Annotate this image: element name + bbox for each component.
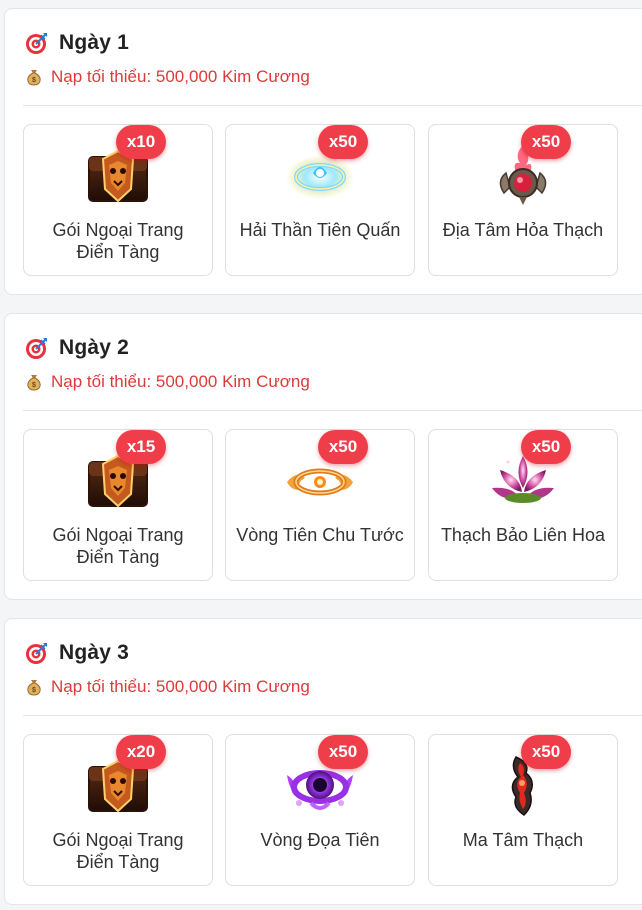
svg-text:$: $: [32, 77, 36, 84]
quantity-badge: x50: [318, 125, 368, 159]
money-bag-icon: $: [25, 678, 43, 696]
item-name: Địa Tâm Hỏa Thạch: [442, 220, 604, 240]
quantity-badge: x50: [521, 430, 571, 464]
quantity-badge: x50: [318, 735, 368, 769]
day-title: Ngày 3: [59, 641, 130, 664]
target-icon: [25, 336, 49, 360]
requirement-text: Nạp tối thiểu: 500,000 Kim Cương: [51, 677, 310, 696]
quantity-badge: x50: [318, 430, 368, 464]
reward-item[interactable]: x50 Vòng Tiên Chu Tước: [225, 429, 415, 581]
item-name: Gói Ngoại Trang Điển Tàng: [52, 220, 184, 262]
quantity-badge: x15: [116, 430, 166, 464]
requirement-row: $ Nạp tối thiểu: 500,000 Kim Cương: [25, 677, 310, 697]
reward-item[interactable]: x50 Vòng Đọa Tiên: [225, 734, 415, 886]
day-header: Ngày 3: [25, 639, 129, 667]
day-card-3: Ngày 3 $ Nạp tối thiểu: 500,000 Kim Cươn…: [4, 618, 642, 905]
requirement-text: Nạp tối thiểu: 500,000 Kim Cương: [51, 67, 310, 86]
item-name: Vòng Đọa Tiên: [260, 830, 380, 850]
reward-item[interactable]: x20 Gói Ngoại Trang Điển Tàng: [23, 734, 213, 886]
svg-text:$: $: [32, 382, 36, 389]
day-title: Ngày 1: [59, 31, 130, 54]
requirement-row: $ Nạp tối thiểu: 500,000 Kim Cương: [25, 67, 310, 87]
target-icon: [25, 31, 49, 55]
divider: [23, 105, 642, 106]
money-bag-icon: $: [25, 68, 43, 86]
reward-item[interactable]: x50 Ma Tâm Thạch: [428, 734, 618, 886]
reward-item[interactable]: x50 Địa Tâm Hỏa Thạch: [428, 124, 618, 276]
requirement-row: $ Nạp tối thiểu: 500,000 Kim Cương: [25, 372, 310, 392]
money-bag-icon: $: [25, 373, 43, 391]
reward-item[interactable]: x15 Gói Ngoại Trang Điển Tàng: [23, 429, 213, 581]
quantity-badge: x50: [521, 735, 571, 769]
reward-item[interactable]: x10 Gói Ngoại Trang Điển Tàng: [23, 124, 213, 276]
day-header: Ngày 1: [25, 29, 129, 57]
quantity-badge: x50: [521, 125, 571, 159]
divider: [23, 715, 642, 716]
day-card-2: Ngày 2 $ Nạp tối thiểu: 500,000 Kim Cươn…: [4, 313, 642, 600]
quantity-badge: x10: [116, 125, 166, 159]
day-header: Ngày 2: [25, 334, 129, 362]
day-card-1: Ngày 1 $ Nạp tối thiểu: 500,000 Kim Cươn…: [4, 8, 642, 295]
svg-text:$: $: [32, 687, 36, 694]
item-name: Thạch Bảo Liên Hoa: [440, 525, 606, 545]
reward-item[interactable]: x50 Thạch Bảo Liên Hoa: [428, 429, 618, 581]
requirement-text: Nạp tối thiểu: 500,000 Kim Cương: [51, 372, 310, 391]
item-name: Gói Ngoại Trang Điển Tàng: [52, 830, 184, 872]
reward-item[interactable]: x50 Hải Thần Tiên Quấn: [225, 124, 415, 276]
item-name: Ma Tâm Thạch: [462, 830, 584, 850]
item-name: Hải Thần Tiên Quấn: [239, 220, 401, 240]
day-title: Ngày 2: [59, 336, 130, 359]
divider: [23, 410, 642, 411]
target-icon: [25, 641, 49, 665]
quantity-badge: x20: [116, 735, 166, 769]
item-name: Vòng Tiên Chu Tước: [236, 525, 404, 545]
item-name: Gói Ngoại Trang Điển Tàng: [52, 525, 184, 567]
